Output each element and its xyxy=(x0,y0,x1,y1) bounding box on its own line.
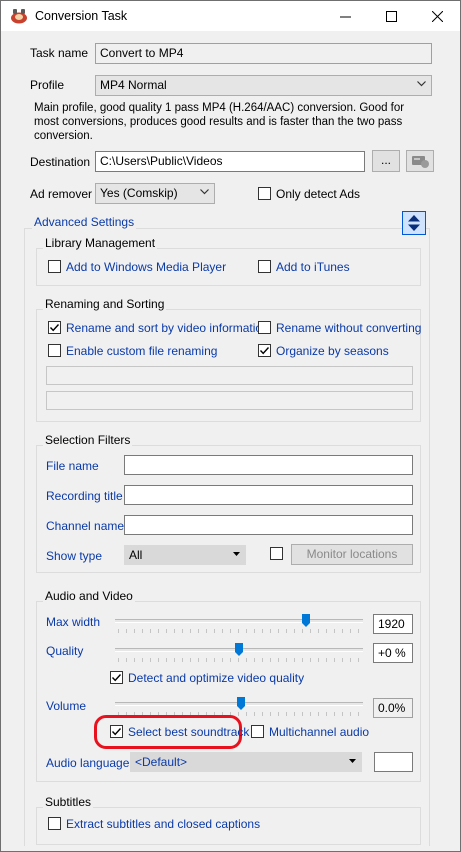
destination-input[interactable]: C:\Users\Public\Videos xyxy=(95,151,365,172)
multichannel-audio-label: Multichannel audio xyxy=(269,725,370,739)
rename-without-converting-label: Rename without converting xyxy=(276,321,422,335)
custom-renaming-checkbox[interactable] xyxy=(48,344,61,357)
volume-slider-thumb[interactable] xyxy=(237,697,245,710)
max-width-ticks xyxy=(118,629,361,633)
app-icon xyxy=(10,8,28,24)
task-name-label: Task name xyxy=(30,46,89,60)
rename-without-converting-checkbox[interactable] xyxy=(258,321,271,334)
minimize-button[interactable] xyxy=(322,1,368,31)
quality-slider-thumb[interactable] xyxy=(235,643,243,656)
recording-title-label: Recording title xyxy=(46,489,123,503)
network-folder-button[interactable] xyxy=(406,150,434,172)
checkmark-icon xyxy=(111,674,122,682)
collapse-toggle-button[interactable] xyxy=(402,211,426,235)
ad-remover-select[interactable]: Yes (Comskip) xyxy=(95,183,215,204)
title-bar: Conversion Task xyxy=(1,1,460,31)
advanced-settings-toggle[interactable]: Advanced Settings xyxy=(32,215,137,229)
window-title: Conversion Task xyxy=(35,9,128,23)
custom-rename-pattern-input[interactable] xyxy=(46,366,413,385)
recording-title-input[interactable] xyxy=(124,485,413,505)
quality-label: Quality xyxy=(46,644,84,658)
rename-sort-label: Rename and sort by video information xyxy=(66,321,269,335)
audio-language-value: <Default> xyxy=(135,755,188,769)
chevron-down-icon xyxy=(417,81,426,87)
add-wmp-label: Add to Windows Media Player xyxy=(66,260,227,274)
chevron-down-icon xyxy=(200,189,209,195)
organize-seasons-checkbox[interactable] xyxy=(258,344,271,357)
max-width-slider-thumb[interactable] xyxy=(301,614,310,627)
volume-label: Volume xyxy=(46,699,87,713)
add-wmp-checkbox[interactable] xyxy=(48,260,61,273)
monitor-locations-checkbox[interactable] xyxy=(270,547,283,560)
close-button[interactable] xyxy=(414,1,460,31)
library-management-title: Library Management xyxy=(43,236,158,250)
custom-rename-pattern-input-2[interactable] xyxy=(46,391,413,410)
detect-optimize-checkbox[interactable] xyxy=(110,671,123,684)
task-name-input[interactable]: Convert to MP4 xyxy=(95,43,432,64)
organize-seasons-label: Organize by seasons xyxy=(276,344,389,358)
max-width-slider-track xyxy=(115,619,363,623)
show-type-select[interactable]: All xyxy=(124,545,246,565)
only-detect-ads-checkbox[interactable] xyxy=(258,187,271,200)
ad-remover-value: Yes (Comskip) xyxy=(100,186,178,200)
audio-language-select[interactable]: <Default> xyxy=(130,752,362,772)
extract-subtitles-checkbox[interactable] xyxy=(48,817,61,830)
best-soundtrack-label: Select best soundtrack xyxy=(128,725,250,739)
add-itunes-label: Add to iTunes xyxy=(276,260,350,274)
monitor-locations-button[interactable]: Monitor locations xyxy=(291,544,413,565)
audio-language-extra-input[interactable] xyxy=(374,752,413,772)
extract-subtitles-label: Extract subtitles and closed captions xyxy=(66,817,261,831)
quality-ticks xyxy=(118,658,361,662)
checkmark-icon xyxy=(111,728,122,736)
only-detect-ads-label: Only detect Ads xyxy=(276,187,361,201)
subtitles-title: Subtitles xyxy=(43,795,94,809)
checkmark-icon xyxy=(259,347,270,355)
ad-remover-label: Ad remover xyxy=(30,187,93,201)
rename-sort-checkbox[interactable] xyxy=(48,321,61,334)
checkmark-icon xyxy=(49,324,60,332)
max-width-label: Max width xyxy=(46,615,101,629)
dropdown-arrow-icon xyxy=(349,759,356,763)
detect-optimize-label: Detect and optimize video quality xyxy=(128,671,305,685)
browse-button[interactable]: ... xyxy=(372,150,400,172)
maximize-button[interactable] xyxy=(368,1,414,31)
channel-name-input[interactable] xyxy=(124,515,413,535)
selection-filters-title: Selection Filters xyxy=(43,433,133,447)
max-width-value[interactable]: 1920 xyxy=(373,614,413,634)
quality-value[interactable]: +0 % xyxy=(373,643,413,663)
file-name-label: File name xyxy=(46,459,99,473)
profile-label: Profile xyxy=(30,78,65,92)
network-drive-icon xyxy=(412,156,429,168)
custom-renaming-label: Enable custom file renaming xyxy=(66,344,218,358)
profile-description: Main profile, good quality 1 pass MP4 (H… xyxy=(34,102,405,142)
add-itunes-checkbox[interactable] xyxy=(258,260,271,273)
expand-collapse-icon xyxy=(408,215,420,231)
audio-language-label: Audio language xyxy=(46,756,130,770)
profile-value: MP4 Normal xyxy=(100,78,167,92)
dropdown-arrow-icon xyxy=(233,552,240,556)
channel-name-label: Channel name xyxy=(46,519,125,533)
multichannel-audio-checkbox[interactable] xyxy=(251,725,264,738)
renaming-sorting-title: Renaming and Sorting xyxy=(43,297,167,311)
show-type-value: All xyxy=(129,548,143,562)
file-name-input[interactable] xyxy=(124,455,413,475)
volume-value[interactable]: 0.0% xyxy=(373,698,413,718)
show-type-label: Show type xyxy=(46,549,103,563)
audio-video-title: Audio and Video xyxy=(43,589,135,603)
profile-select[interactable]: MP4 Normal xyxy=(95,75,432,96)
best-soundtrack-checkbox[interactable] xyxy=(110,725,123,738)
destination-label: Destination xyxy=(30,155,91,169)
